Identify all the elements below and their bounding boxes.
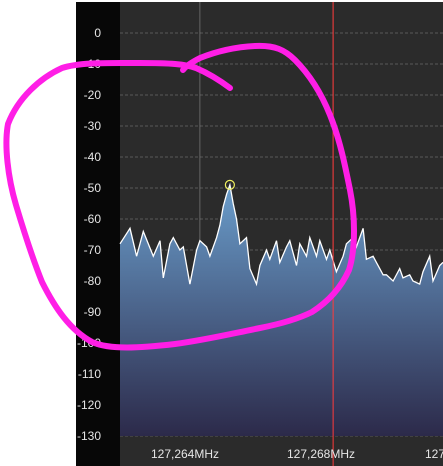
y-tick-label: -60 [84,212,102,226]
y-tick-label: -20 [84,88,102,102]
y-tick-label: -130 [77,429,101,443]
y-axis-strip [76,2,120,466]
y-tick-label: -80 [84,274,102,288]
x-tick-label: 127,264MHz [151,447,219,461]
x-tick-label: 127,268MHz [287,447,355,461]
y-tick-label: -110 [78,367,101,381]
y-tick-label: -30 [84,119,102,133]
y-tick-label: -50 [84,181,102,195]
y-tick-label: -70 [84,243,102,257]
spectrum-display[interactable]: 0 -10 -20 -30 -40 -50 -60 -70 -80 -90 -1… [0,0,443,466]
y-tick-label: -120 [77,398,101,412]
y-tick-label: -90 [84,305,102,319]
y-tick-label: 0 [94,26,101,40]
x-tick-label: 127,27 [425,447,443,461]
y-tick-label: -40 [84,150,102,164]
